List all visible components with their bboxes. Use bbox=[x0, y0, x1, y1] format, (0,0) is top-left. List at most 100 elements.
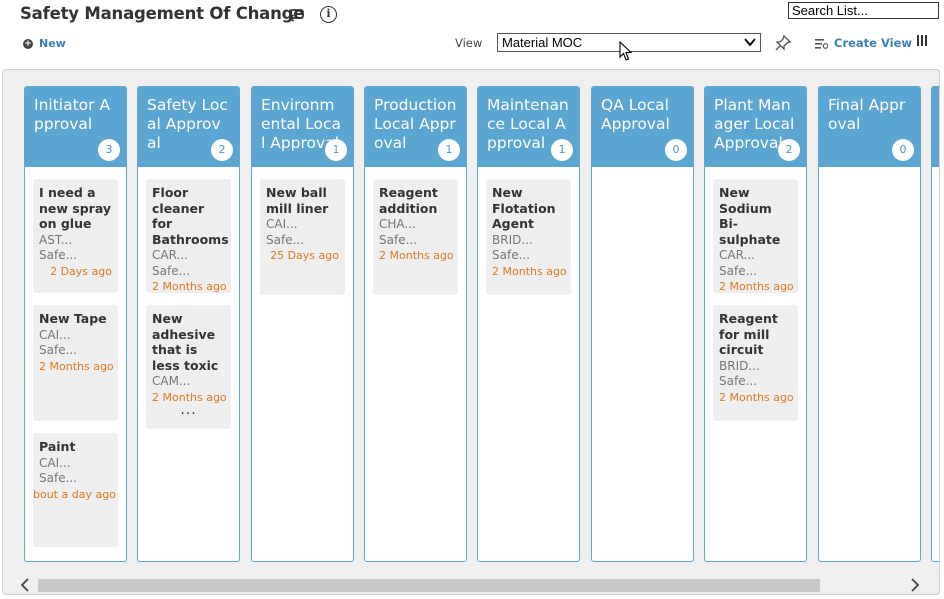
lane-maintenance-local-approval: Maintenance Local Approval 1 New Flotati… bbox=[477, 86, 580, 562]
lane-title: Initiator Approval bbox=[34, 96, 111, 133]
card-title: New Tape bbox=[39, 311, 107, 326]
card-date: 2 Months ago bbox=[379, 249, 454, 262]
card-date: 2 Months ago bbox=[719, 390, 794, 404]
card-meta: Safe... bbox=[266, 232, 305, 247]
new-button-label: New bbox=[39, 37, 66, 50]
lane-header: Safety Local Approval 2 bbox=[138, 87, 239, 167]
lane-plant-manager-local-approval: Plant Manager Local Approval 2 New Sodiu… bbox=[704, 86, 807, 562]
card-meta: CHA... bbox=[379, 217, 416, 231]
mouse-cursor-icon bbox=[619, 41, 633, 61]
more-ellipsis[interactable]: ... bbox=[152, 403, 225, 417]
view-select-value: Material MOC bbox=[502, 35, 583, 50]
scrollbar-thumb[interactable] bbox=[38, 579, 820, 592]
card-meta: CAR... bbox=[719, 248, 755, 262]
mod-card[interactable]: Floor cleaner for Bathrooms CAR... Safe.… bbox=[146, 179, 231, 293]
card-meta: BRID... bbox=[492, 232, 533, 247]
card-date: bout a day ago bbox=[33, 487, 116, 501]
mod-card[interactable]: New Sodium Bi-sulphate CAR... Safe... 2 … bbox=[713, 179, 798, 293]
new-button[interactable]: + New bbox=[23, 37, 66, 50]
card-meta: Safe... bbox=[719, 374, 758, 388]
lane-header: Final Approval 0 bbox=[819, 87, 920, 167]
card-date: 2 Months ago bbox=[492, 264, 567, 278]
mod-card[interactable]: Reagent for mill circuit BRID... Safe...… bbox=[713, 305, 798, 421]
card-meta: Safe... bbox=[39, 471, 78, 485]
pin-icon[interactable] bbox=[774, 34, 792, 52]
lane-header: QA Local Approval 0 bbox=[592, 87, 693, 167]
mod-card[interactable]: New Flotation Agent BRID... Safe... 2 Mo… bbox=[486, 179, 571, 295]
card-date: 2 Months ago bbox=[152, 280, 227, 293]
mod-card[interactable]: I need a new spray on glue AST... Safe..… bbox=[33, 179, 118, 293]
card-title: Reagent addition bbox=[379, 185, 438, 216]
card-meta: Safe... bbox=[379, 232, 418, 247]
mod-card[interactable]: Reagent addition CHA... Safe... 2 Months… bbox=[373, 179, 458, 295]
card-title: New ball mill liner bbox=[266, 185, 329, 216]
lane-count-badge: 0 bbox=[892, 139, 914, 161]
create-view-button[interactable]: Create View bbox=[815, 36, 912, 50]
mod-card[interactable]: New ball mill liner CAI... Safe... 25 Da… bbox=[260, 179, 345, 295]
moc-kanban-page: Safety Management Of Change i + New View… bbox=[0, 0, 944, 599]
card-meta: Safe... bbox=[152, 263, 191, 278]
lane-partial bbox=[931, 86, 939, 562]
lane-title: QA Local Approval bbox=[601, 96, 670, 133]
lane-qa-local-approval: QA Local Approval 0 bbox=[591, 86, 694, 562]
card-meta: CAR... bbox=[152, 248, 188, 262]
card-title: Paint bbox=[39, 439, 76, 454]
lane-final-approval: Final Approval 0 bbox=[818, 86, 921, 562]
card-date: 2 Months ago bbox=[39, 359, 114, 373]
scroll-left-icon[interactable] bbox=[20, 578, 30, 592]
card-meta: Safe... bbox=[39, 248, 78, 262]
lane-header: Initiator Approval 3 bbox=[25, 87, 126, 167]
scroll-right-icon[interactable] bbox=[910, 578, 920, 592]
lane-header: Environmental Local Approval 1 bbox=[252, 87, 353, 167]
lane-count-badge: 2 bbox=[211, 139, 233, 161]
lane-count-badge: 2 bbox=[778, 139, 800, 161]
mod-card[interactable]: New adhesive that is less toxic CAM... 2… bbox=[146, 305, 231, 429]
card-date: 2 Months ago bbox=[719, 280, 794, 293]
page-title: Safety Management Of Change bbox=[20, 4, 305, 23]
card-meta: Safe... bbox=[39, 343, 78, 357]
lane-production-local-approval: Production Local Approval 1 Reagent addi… bbox=[364, 86, 467, 562]
card-title: I need a new spray on glue bbox=[39, 185, 112, 231]
card-title: Floor cleaner for Bathrooms bbox=[152, 185, 229, 247]
search-input[interactable] bbox=[788, 2, 939, 19]
lane-environmental-local-approval: Environmental Local Approval 1 New ball … bbox=[251, 86, 354, 562]
lane-count-badge: 1 bbox=[438, 139, 460, 161]
lane-initiator-approval: Initiator Approval 3 I need a new spray … bbox=[24, 86, 127, 562]
lane-header: Production Local Approval 1 bbox=[365, 87, 466, 167]
card-title: New Flotation Agent bbox=[492, 185, 556, 231]
card-date: 25 Days ago bbox=[270, 249, 339, 262]
info-icon[interactable]: i bbox=[320, 6, 337, 23]
card-date: 2 Days ago bbox=[50, 264, 112, 278]
kanban-board: Initiator Approval 3 I need a new spray … bbox=[2, 69, 940, 595]
card-title: Reagent for mill circuit bbox=[719, 311, 778, 357]
lane-header: Plant Manager Local Approval 2 bbox=[705, 87, 806, 167]
horizontal-scrollbar[interactable] bbox=[2, 576, 940, 596]
lane-count-badge: 1 bbox=[325, 139, 347, 161]
lane-header: Maintenance Local Approval 1 bbox=[478, 87, 579, 167]
mod-card[interactable]: Paint CAI... Safe... bout a day ago bbox=[33, 433, 118, 547]
lane-safety-local-approval: Safety Local Approval 2 Floor cleaner fo… bbox=[137, 86, 240, 562]
card-meta: Safe... bbox=[492, 248, 531, 262]
card-meta: CAI... bbox=[39, 455, 71, 470]
mod-card[interactable]: New Tape CAI... Safe... 2 Months ago bbox=[33, 305, 118, 421]
lane-header bbox=[932, 87, 939, 167]
lane-count-badge: 0 bbox=[665, 139, 687, 161]
undo-icon[interactable] bbox=[287, 6, 305, 24]
lane-title: Final Approval bbox=[828, 96, 906, 133]
create-view-label: Create View bbox=[834, 36, 913, 50]
lane-count-badge: 3 bbox=[98, 139, 120, 161]
lane-count-badge: 1 bbox=[551, 139, 573, 161]
columns-icon[interactable] bbox=[916, 35, 928, 46]
card-meta: CAM... bbox=[152, 374, 191, 388]
card-meta: AST... bbox=[39, 232, 73, 247]
card-meta: BRID... bbox=[719, 358, 760, 373]
chevron-down-icon bbox=[744, 38, 756, 47]
card-meta: Safe... bbox=[719, 263, 758, 278]
create-view-icon bbox=[815, 38, 828, 49]
card-title: New adhesive that is less toxic bbox=[152, 311, 219, 373]
card-title: New Sodium Bi-sulphate bbox=[719, 185, 781, 247]
plus-circle-icon: + bbox=[23, 38, 33, 49]
card-meta: CAI... bbox=[266, 217, 298, 231]
view-label: View bbox=[455, 36, 483, 50]
card-meta: CAI... bbox=[39, 327, 71, 342]
